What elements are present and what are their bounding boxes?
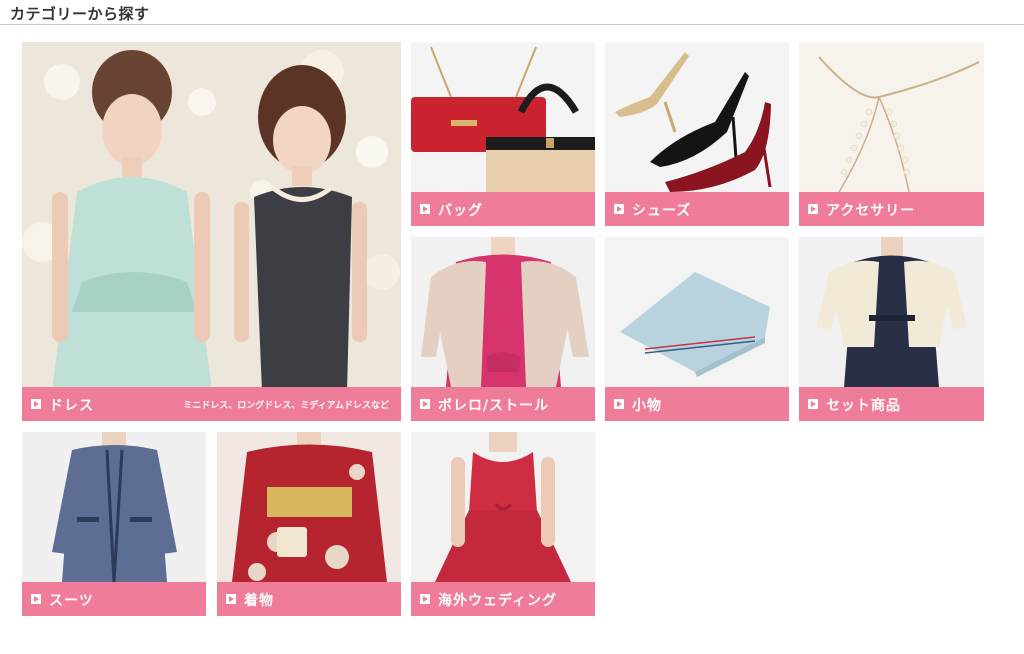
category-tile-bag[interactable]: バッグ bbox=[411, 42, 595, 226]
category-label: 着物 bbox=[244, 593, 274, 609]
play-arrow-icon bbox=[420, 204, 430, 214]
category-sublabel: ミニドレス、ロングドレス、ミディアムドレスなど bbox=[183, 401, 389, 411]
tile-label-bar: バッグ bbox=[411, 192, 595, 226]
play-arrow-icon bbox=[420, 594, 430, 604]
play-arrow-icon bbox=[226, 594, 236, 604]
tile-label-bar: スーツ bbox=[22, 582, 206, 616]
play-arrow-icon bbox=[808, 399, 818, 409]
tile-label-bar: ドレス ミニドレス、ロングドレス、ミディアムドレスなど bbox=[22, 387, 401, 421]
tile-label-bar: アクセサリー bbox=[799, 192, 984, 226]
category-tile-set[interactable]: セット商品 bbox=[799, 237, 984, 421]
category-tile-wedding[interactable]: 海外ウェディング bbox=[411, 432, 595, 616]
category-tile-suit[interactable]: スーツ bbox=[22, 432, 206, 616]
play-arrow-icon bbox=[420, 399, 430, 409]
category-tile-shoes[interactable]: シューズ bbox=[605, 42, 789, 226]
category-label: セット商品 bbox=[826, 398, 901, 414]
category-label: ボレロ/ストール bbox=[438, 398, 550, 414]
section-title: カテゴリーから探す bbox=[10, 5, 150, 23]
category-tile-kimono[interactable]: 着物 bbox=[217, 432, 401, 616]
category-label: バッグ bbox=[438, 203, 483, 219]
category-tile-komono[interactable]: 小物 bbox=[605, 237, 789, 421]
play-arrow-icon bbox=[31, 594, 41, 604]
play-arrow-icon bbox=[31, 399, 41, 409]
category-label: 小物 bbox=[632, 398, 662, 414]
play-arrow-icon bbox=[614, 399, 624, 409]
category-tile-accessory[interactable]: アクセサリー bbox=[799, 42, 984, 226]
tile-label-bar: セット商品 bbox=[799, 387, 984, 421]
category-label: アクセサリー bbox=[826, 203, 916, 219]
section-header: カテゴリーから探す bbox=[0, 0, 1024, 25]
tile-label-bar: シューズ bbox=[605, 192, 789, 226]
category-tile-bolero[interactable]: ボレロ/ストール bbox=[411, 237, 595, 421]
category-label: シューズ bbox=[632, 203, 692, 219]
category-label: スーツ bbox=[49, 593, 94, 609]
play-arrow-icon bbox=[614, 204, 624, 214]
category-label: ドレス bbox=[49, 398, 94, 414]
tile-label-bar: 海外ウェディング bbox=[411, 582, 595, 616]
tile-label-bar: 着物 bbox=[217, 582, 401, 616]
tile-label-bar: ボレロ/ストール bbox=[411, 387, 595, 421]
play-arrow-icon bbox=[808, 204, 818, 214]
category-label: 海外ウェディング bbox=[438, 593, 558, 609]
tile-label-bar: 小物 bbox=[605, 387, 789, 421]
category-tile-dress[interactable]: ドレス ミニドレス、ロングドレス、ミディアムドレスなど bbox=[22, 42, 401, 421]
dress-models-photo bbox=[22, 42, 401, 421]
